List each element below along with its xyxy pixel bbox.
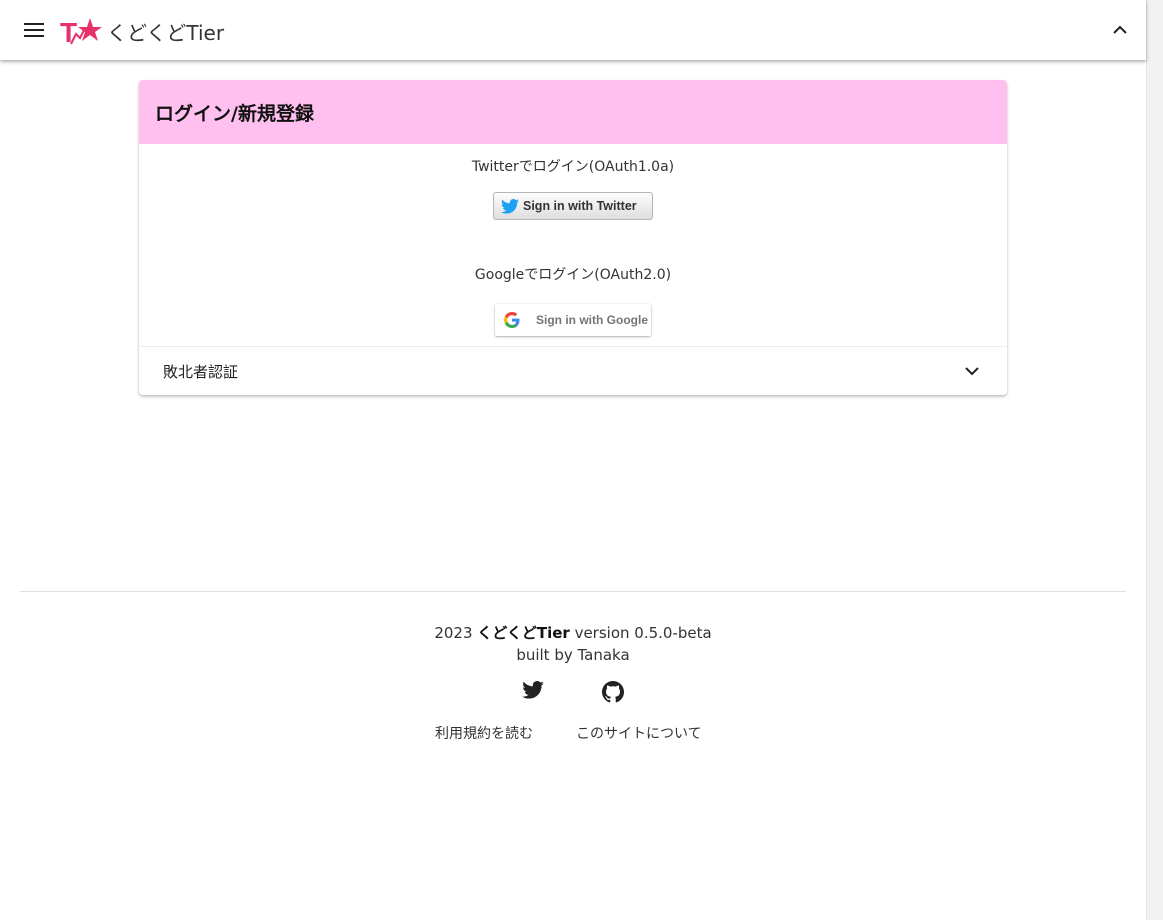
chevron-down-icon	[965, 367, 979, 376]
footer-version-line: 2023 くどくどTier version 0.5.0-beta	[0, 622, 1146, 643]
google-signin-button[interactable]: Sign in with Google	[495, 304, 651, 336]
twitter-signin-label: Sign in with Twitter	[523, 199, 637, 213]
google-login-label: Googleでログイン(OAuth2.0)	[474, 267, 672, 283]
about-link[interactable]: このサイトについて	[576, 723, 702, 743]
app-logo[interactable]: T	[60, 16, 102, 48]
app-title[interactable]: くどくどTier	[107, 17, 224, 46]
svg-text:T: T	[60, 17, 77, 46]
twitter-bird-icon	[522, 681, 544, 699]
collapse-toolbar-button[interactable]	[1108, 18, 1132, 42]
menu-button[interactable]	[20, 18, 48, 42]
login-card-title: ログイン/新規登録	[155, 102, 314, 125]
footer-built-by: built by Tanaka	[516, 646, 630, 664]
app-bar: T くどくどTier	[0, 0, 1146, 60]
scrollbar[interactable]	[1146, 0, 1163, 920]
footer-divider	[20, 591, 1126, 592]
twitter-bird-icon	[501, 198, 519, 214]
login-card-header: ログイン/新規登録	[139, 80, 1007, 144]
twitter-signin-button[interactable]: Sign in with Twitter	[493, 192, 653, 220]
login-card: ログイン/新規登録 Twitterでログイン(OAuth1.0a) Sign i…	[139, 80, 1007, 395]
chevron-up-icon	[1113, 25, 1127, 34]
github-icon	[602, 681, 624, 703]
google-signin-label: Sign in with Google	[536, 313, 648, 327]
defeated-auth-expansion[interactable]: 敗北者認証	[139, 346, 1007, 395]
footer-brand: くどくどTier	[477, 624, 570, 642]
google-g-icon	[504, 312, 520, 328]
defeated-auth-label: 敗北者認証	[163, 362, 239, 381]
menu-icon	[24, 23, 44, 37]
terms-link[interactable]: 利用規約を読む	[435, 723, 533, 743]
github-link[interactable]	[602, 681, 624, 703]
twitter-login-label: Twitterでログイン(OAuth1.0a)	[471, 159, 675, 175]
footer-version: version 0.5.0-beta	[574, 624, 712, 642]
footer-year: 2023	[434, 624, 473, 642]
twitter-link[interactable]	[522, 681, 544, 703]
